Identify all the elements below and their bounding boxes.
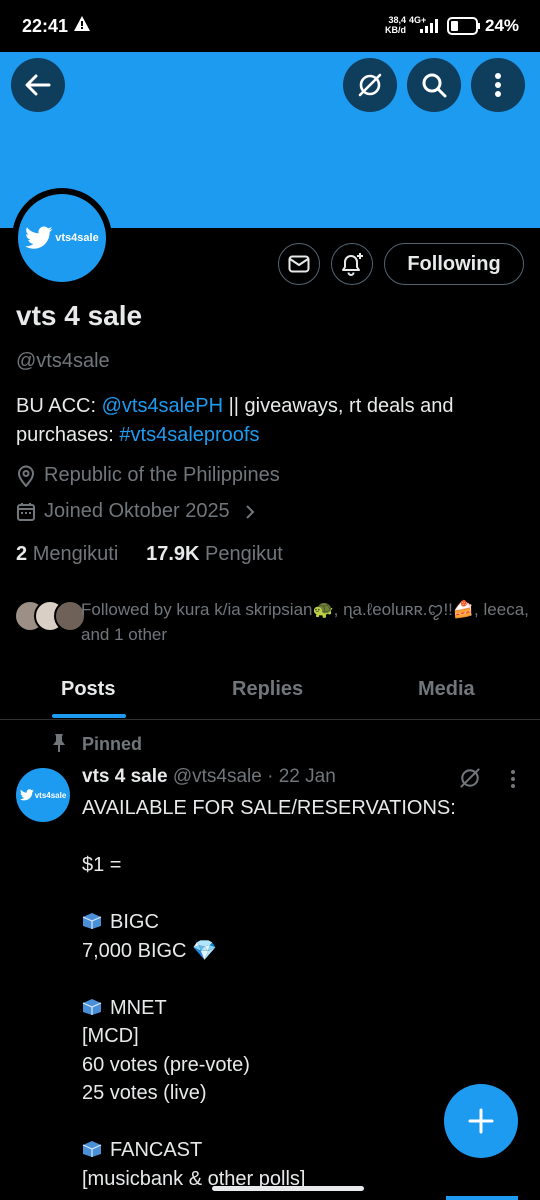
profile-handle: @vts4sale (16, 350, 110, 372)
post-header: vts 4 sale @vts4sale · 22 Jan (82, 766, 336, 788)
cube-icon (82, 1141, 102, 1157)
followers-stat[interactable]: 17.9K Pengikut (146, 543, 283, 565)
grok-icon (358, 73, 382, 97)
follower-avatars[interactable] (14, 600, 86, 632)
calendar-icon (17, 502, 35, 521)
tab-replies[interactable]: Replies (232, 678, 303, 701)
notifications-button[interactable] (331, 243, 373, 285)
pin-icon (53, 734, 65, 752)
following-stat[interactable]: 2 Mengikuti (16, 543, 118, 565)
grok-icon[interactable] (458, 766, 482, 790)
tab-posts[interactable]: Posts (61, 678, 115, 701)
profile-name: vts 4 sale (16, 300, 143, 331)
signal-icon (420, 19, 438, 33)
bio-mention-link[interactable]: @vts4salePH (102, 395, 223, 417)
search-button[interactable] (407, 58, 461, 112)
clock: 22:41 (22, 16, 69, 36)
battery-icon (447, 17, 480, 35)
grok-button[interactable] (343, 58, 397, 112)
profile-joined[interactable]: Joined Oktober 2025 (16, 500, 256, 523)
alert-icon (74, 16, 90, 31)
more-options-button[interactable] (471, 58, 525, 112)
message-button[interactable] (278, 243, 320, 285)
plus-icon (468, 1108, 494, 1134)
network-speed: 38,4 KB/d (385, 15, 406, 35)
cube-icon (82, 998, 102, 1015)
followed-by-text[interactable]: Followed by kura k/ia skripsian🐢, ɳa.ℓeo… (81, 597, 536, 647)
tab-media[interactable]: Media (418, 678, 475, 701)
compose-button[interactable] (444, 1084, 518, 1158)
status-bar: 22:41 38,4 KB/d 4G+ 24% (0, 0, 540, 52)
profile-stats: 2 Mengikuti 17.9K Pengikut (16, 543, 283, 566)
profile-avatar[interactable]: vts4sale (12, 188, 112, 288)
post-author-avatar[interactable]: vts4sale (16, 768, 70, 822)
partial-element (446, 1196, 518, 1200)
following-button[interactable]: Following (384, 243, 524, 285)
profile-bio: BU ACC: @vts4salePH || giveaways, rt dea… (16, 395, 454, 446)
post-author-meta: @vts4sale · 22 Jan (172, 766, 336, 787)
search-icon (422, 73, 447, 98)
bio-hashtag-link[interactable]: #vts4saleproofs (119, 424, 259, 446)
more-vertical-icon (495, 73, 501, 97)
bell-plus-icon (342, 253, 363, 276)
back-arrow-icon (25, 74, 51, 96)
home-indicator[interactable] (212, 1186, 364, 1191)
pinned-label: Pinned (82, 734, 143, 754)
more-vertical-icon[interactable] (509, 769, 517, 789)
profile-location: Republic of the Philippines (16, 464, 280, 487)
mail-icon (288, 255, 310, 273)
cube-icon (82, 913, 102, 929)
divider (0, 719, 540, 720)
post-author-name[interactable]: vts 4 sale (82, 766, 168, 787)
avatar-logo: vts4sale (18, 194, 106, 282)
location-pin-icon (17, 465, 35, 487)
back-button[interactable] (11, 58, 65, 112)
active-tab-indicator (52, 714, 126, 718)
bird-icon (19, 789, 34, 801)
battery-percent: 24% (485, 16, 520, 35)
bird-icon (25, 226, 53, 249)
chevron-right-icon (245, 504, 255, 519)
